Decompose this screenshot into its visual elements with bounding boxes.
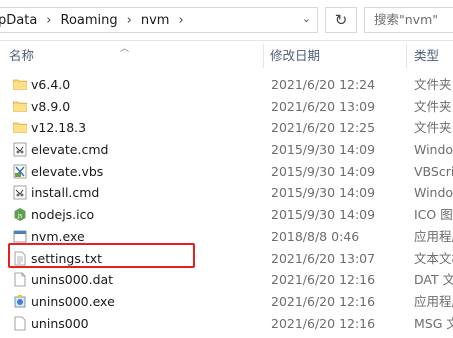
- vbs-file-icon: [13, 164, 27, 179]
- file-name: unins000.dat: [31, 272, 114, 288]
- file-type: 文件夹: [414, 98, 452, 114]
- file-type: DAT 文件: [414, 272, 453, 288]
- breadcrumb-appdata[interactable]: pData: [0, 13, 37, 28]
- exe-file-icon: [13, 229, 27, 244]
- file-row[interactable]: v6.4.0 2021/6/20 12:24 文件夹: [0, 74, 453, 96]
- chevron-right-icon[interactable]: ›: [178, 13, 183, 28]
- file-date: 2021/6/20 12:25: [271, 120, 376, 136]
- file-row[interactable]: unins000.exe 2021/6/20 12:16 应用程序: [0, 291, 453, 313]
- address-bar: pData › Roaming › nvm › ⌄ ↻ 搜索"nvm": [0, 0, 453, 41]
- file-date: 2021/6/20 13:09: [271, 98, 376, 114]
- generic-file-icon: [13, 316, 27, 331]
- file-name: unins000: [31, 315, 89, 331]
- installer-icon: [13, 294, 27, 309]
- file-type: 文本文档: [414, 250, 453, 266]
- file-date: 2021/6/20 12:16: [271, 293, 376, 309]
- file-row[interactable]: v8.9.0 2021/6/20 13:09 文件夹: [0, 96, 453, 118]
- breadcrumb-roaming[interactable]: Roaming: [61, 13, 118, 28]
- file-type: VBScrip: [414, 163, 453, 179]
- folder-icon: [13, 77, 27, 92]
- file-name: unins000.exe: [31, 293, 115, 309]
- file-row[interactable]: js nodejs.ico 2015/9/30 14:09 ICO 图片: [0, 204, 453, 226]
- chevron-down-icon[interactable]: ⌄: [302, 12, 311, 25]
- file-name: v6.4.0: [31, 77, 71, 92]
- file-type: 应用程序: [414, 228, 453, 244]
- sort-up-icon: ︿: [120, 44, 130, 54]
- file-row[interactable]: v12.18.3 2021/6/20 12:25 文件夹: [0, 117, 453, 139]
- file-type: 文件夹: [414, 120, 452, 136]
- folder-icon: [13, 120, 27, 135]
- file-date: 2021/6/20 12:24: [271, 77, 376, 92]
- file-date: 2021/6/20 12:16: [271, 315, 376, 331]
- refresh-button[interactable]: ↻: [325, 7, 357, 33]
- column-date-header[interactable]: 修改日期: [270, 41, 320, 71]
- file-date: 2015/9/30 14:09: [271, 207, 376, 223]
- chevron-right-icon[interactable]: ›: [127, 13, 132, 28]
- file-date: 2015/9/30 14:09: [271, 163, 376, 179]
- file-name: v12.18.3: [31, 120, 87, 136]
- chevron-right-icon[interactable]: ›: [46, 13, 51, 28]
- column-type-header[interactable]: 类型: [414, 41, 439, 71]
- file-row[interactable]: unins000 2021/6/20 12:16 MSG 文件: [0, 313, 453, 335]
- file-type: 应用程序: [414, 293, 453, 309]
- breadcrumb[interactable]: pData › Roaming › nvm › ⌄: [0, 7, 318, 33]
- dat-file-icon: [13, 272, 27, 287]
- file-type: 文件夹: [414, 77, 452, 92]
- refresh-icon: ↻: [334, 11, 348, 29]
- column-name-header[interactable]: 名称: [9, 41, 34, 71]
- file-name: elevate.vbs: [31, 163, 104, 179]
- file-type: ICO 图片: [414, 207, 453, 223]
- file-list: v6.4.0 2021/6/20 12:24 文件夹 v8.9.0 2021/6/20 …: [0, 74, 453, 334]
- column-divider[interactable]: [263, 44, 264, 68]
- file-date: 2021/6/20 13:07: [271, 250, 376, 266]
- file-row[interactable]: install.cmd 2015/9/30 14:09 Window: [0, 182, 453, 204]
- column-divider[interactable]: [406, 44, 407, 68]
- cmd-file-icon: [13, 185, 27, 200]
- file-name: elevate.cmd: [31, 142, 109, 158]
- file-row[interactable]: elevate.vbs 2015/9/30 14:09 VBScrip: [0, 161, 453, 183]
- nodejs-icon: js: [13, 207, 27, 222]
- file-date: 2015/9/30 14:09: [271, 185, 376, 201]
- highlight-box: [8, 243, 195, 268]
- svg-text:js: js: [17, 213, 23, 220]
- search-input[interactable]: 搜索"nvm": [364, 7, 453, 33]
- breadcrumb-nvm[interactable]: nvm: [141, 13, 170, 28]
- cmd-file-icon: [13, 142, 27, 157]
- file-type: Window: [414, 185, 453, 201]
- file-type: MSG 文件: [414, 315, 453, 331]
- file-date: 2015/9/30 14:09: [271, 142, 376, 158]
- column-header: ︿ 名称 修改日期 类型: [0, 41, 453, 71]
- file-row[interactable]: unins000.dat 2021/6/20 12:16 DAT 文件: [0, 269, 453, 291]
- file-date: 2021/6/20 12:16: [271, 272, 376, 288]
- file-type: Window: [414, 142, 453, 158]
- file-name: install.cmd: [31, 185, 100, 201]
- folder-icon: [13, 99, 27, 114]
- file-row[interactable]: elevate.cmd 2015/9/30 14:09 Window: [0, 139, 453, 161]
- file-name: v8.9.0: [31, 98, 71, 114]
- file-date: 2018/8/8 0:46: [271, 228, 360, 244]
- file-name: nodejs.ico: [31, 207, 95, 223]
